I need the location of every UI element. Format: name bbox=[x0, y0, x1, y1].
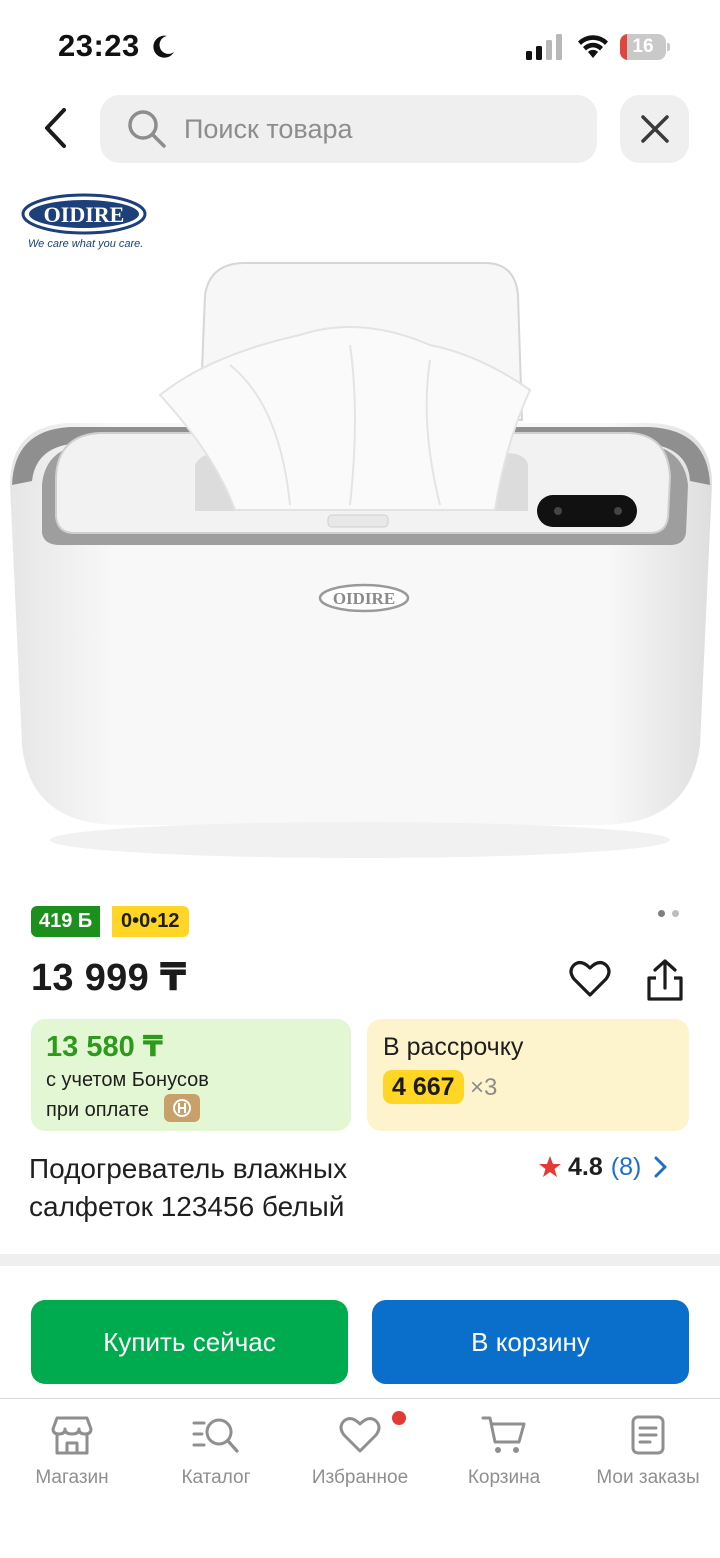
bonus-payment-caption: при оплате bbox=[46, 1099, 150, 1121]
wifi-icon bbox=[578, 35, 608, 58]
close-icon bbox=[640, 115, 669, 143]
search-input[interactable] bbox=[184, 95, 584, 163]
installment-plan-badge: 0•0•12 bbox=[112, 906, 189, 937]
heart-icon bbox=[569, 961, 611, 997]
rating-link[interactable]: 4.8 (8) bbox=[538, 1150, 667, 1184]
bonus-caption: с учетом Бонусов bbox=[46, 1069, 209, 1091]
notification-dot bbox=[392, 1411, 406, 1425]
nav-label-favorites: Избранное bbox=[311, 1467, 409, 1488]
nav-item-catalog[interactable]: Каталог bbox=[144, 1411, 288, 1501]
add-to-cart-button[interactable]: В корзину bbox=[372, 1300, 689, 1384]
battery-level-text: 16 bbox=[632, 36, 654, 57]
catalog-search-icon bbox=[192, 1418, 239, 1453]
brand-logo: OIDIRE We care what you care. bbox=[21, 193, 147, 250]
installment-amount: 4 667 bbox=[383, 1070, 464, 1104]
svg-text:OIDIRE: OIDIRE bbox=[333, 589, 395, 608]
search-icon bbox=[128, 110, 166, 148]
installment-label: В рассрочку bbox=[383, 1033, 524, 1061]
rating-value: 4.8 bbox=[568, 1152, 603, 1181]
favorite-button[interactable] bbox=[566, 955, 614, 1003]
cart-icon bbox=[481, 1416, 526, 1453]
bonus-price-card[interactable]: 13 580 ₸ с учетом Бонусов при оплате bbox=[31, 1019, 351, 1131]
orders-icon bbox=[631, 1415, 665, 1455]
bonus-badge: 419 Б bbox=[31, 906, 101, 937]
moon-icon bbox=[153, 35, 174, 58]
heart-icon bbox=[339, 1417, 381, 1453]
close-button[interactable] bbox=[620, 95, 689, 163]
battery-icon: 16 bbox=[620, 34, 670, 60]
review-count[interactable]: (8) bbox=[611, 1153, 642, 1182]
nav-label-cart: Корзина bbox=[467, 1467, 541, 1488]
chevron-left-icon bbox=[45, 108, 66, 148]
nav-item-orders[interactable]: Мои заказы bbox=[576, 1411, 720, 1501]
bottom-navigation: Магазин Каталог Избранное Корзина Мои за… bbox=[0, 1398, 720, 1558]
nav-label-orders: Мои заказы bbox=[596, 1467, 700, 1488]
share-button[interactable] bbox=[640, 955, 690, 1005]
pager-dot bbox=[672, 910, 679, 917]
buy-now-button[interactable]: Купить сейчас bbox=[31, 1300, 348, 1384]
nav-item-cart[interactable]: Корзина bbox=[432, 1411, 576, 1501]
svg-text:OIDIRE: OIDIRE bbox=[44, 202, 125, 227]
product-price: 13 999 ₸ bbox=[31, 957, 187, 999]
wipes-warmer-illustration: OIDIRE We care what you care. OIDIRE bbox=[10, 193, 712, 858]
star-icon bbox=[539, 1156, 561, 1177]
installment-times: ×3 bbox=[470, 1074, 498, 1101]
product-title: Подогреватель влажных салфеток 123456 бе… bbox=[29, 1153, 348, 1222]
pager-dot-active bbox=[658, 910, 665, 917]
svg-text:We care what you care.: We care what you care. bbox=[28, 238, 143, 250]
image-pager-dots bbox=[658, 910, 679, 917]
store-icon bbox=[51, 1416, 93, 1455]
nav-label-store: Магазин bbox=[35, 1467, 109, 1488]
nav-label-catalog: Каталог bbox=[181, 1467, 251, 1488]
nav-item-store[interactable]: Магазин bbox=[0, 1411, 144, 1501]
installment-card[interactable]: В рассрочку 4 667 ×3 bbox=[367, 1019, 689, 1131]
back-button[interactable] bbox=[30, 100, 80, 156]
status-bar: 23:23 16 bbox=[0, 0, 720, 90]
product-image[interactable]: OIDIRE We care what you care. OIDIRE bbox=[0, 185, 720, 885]
bonus-price: 13 580 ₸ bbox=[46, 1031, 163, 1063]
cellular-signal-icon bbox=[526, 34, 562, 60]
nav-item-favorites[interactable]: Избранное bbox=[288, 1411, 432, 1501]
section-divider bbox=[0, 1254, 720, 1266]
share-icon bbox=[647, 959, 683, 1001]
chevron-right-icon bbox=[653, 1156, 667, 1178]
kaspi-gold-icon bbox=[164, 1094, 200, 1122]
search-box[interactable] bbox=[100, 95, 597, 163]
status-time: 23:23 bbox=[58, 28, 140, 63]
